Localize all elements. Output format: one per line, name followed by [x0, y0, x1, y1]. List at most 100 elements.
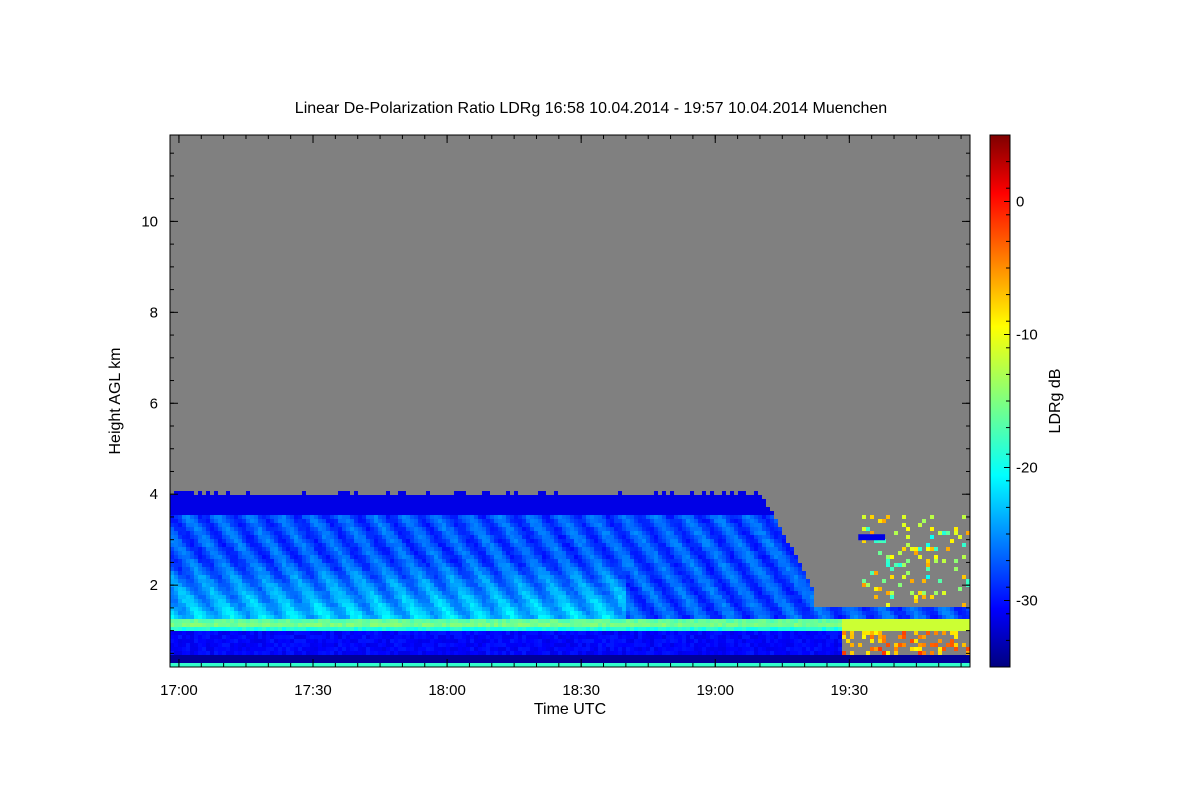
heatmap-cell [514, 507, 518, 511]
heatmap-cell [502, 523, 506, 527]
heatmap-cell [314, 515, 318, 519]
heatmap-cell [178, 591, 182, 595]
heatmap-cell [234, 535, 238, 539]
heatmap-cell [446, 619, 450, 623]
heatmap-cell [270, 499, 274, 503]
heatmap-cell [346, 515, 350, 519]
heatmap-cell [410, 659, 414, 663]
heatmap-cell [270, 655, 274, 659]
heatmap-cell [506, 591, 510, 595]
heatmap-cell [310, 603, 314, 607]
heatmap-cell [482, 579, 486, 583]
heatmap-cell [614, 547, 618, 551]
heatmap-cell [578, 579, 582, 583]
heatmap-cell [274, 663, 278, 667]
heatmap-cell [546, 615, 550, 619]
heatmap-cell [194, 507, 198, 511]
heatmap-cell [442, 511, 446, 515]
heatmap-cell [622, 563, 626, 567]
heatmap-cell [250, 563, 254, 567]
heatmap-cell [194, 567, 198, 571]
heatmap-cell [546, 495, 550, 499]
heatmap-cell [558, 595, 562, 599]
heatmap-cell [454, 599, 458, 603]
heatmap-cell [238, 627, 242, 631]
heatmap-cell [314, 583, 318, 587]
heatmap-cell [422, 523, 426, 527]
heatmap-cell [550, 659, 554, 663]
heatmap-cell [478, 599, 482, 603]
heatmap-cell [382, 539, 386, 543]
heatmap-cell [522, 623, 526, 627]
heatmap-cell [606, 563, 610, 567]
heatmap-cell [366, 635, 370, 639]
heatmap-cell [314, 571, 318, 575]
heatmap-cell [614, 535, 618, 539]
heatmap-cell [218, 511, 222, 515]
heatmap-cell [202, 527, 206, 531]
heatmap-cell [478, 575, 482, 579]
heatmap-cell [330, 571, 334, 575]
heatmap-cell [374, 511, 378, 515]
heatmap-cell [170, 547, 174, 551]
heatmap-cell [546, 599, 550, 603]
heatmap-cell [454, 635, 458, 639]
heatmap-cell [490, 535, 494, 539]
heatmap-cell [614, 571, 618, 575]
heatmap-cell [486, 523, 490, 527]
heatmap-cell [538, 547, 542, 551]
heatmap-cell [318, 635, 322, 639]
heatmap-cell [170, 623, 174, 627]
heatmap-cell [186, 611, 190, 615]
heatmap-cell [238, 547, 242, 551]
heatmap-cell [486, 647, 490, 651]
heatmap-cell [546, 531, 550, 535]
heatmap-cell [310, 571, 314, 575]
heatmap-cell [246, 607, 250, 611]
heatmap-cell [494, 595, 498, 599]
heatmap-cell [206, 663, 210, 667]
heatmap-cell [342, 507, 346, 511]
heatmap-cell [342, 539, 346, 543]
heatmap-cell [530, 579, 534, 583]
heatmap-cell [622, 627, 626, 631]
heatmap-cell [466, 591, 470, 595]
heatmap-cell [606, 543, 610, 547]
heatmap-cell [358, 523, 362, 527]
heatmap-cell [186, 575, 190, 579]
heatmap-cell [278, 655, 282, 659]
heatmap-cell [338, 539, 342, 543]
heatmap-cell [174, 543, 178, 547]
heatmap-cell [202, 623, 206, 627]
heatmap-cell [510, 511, 514, 515]
heatmap-cell [414, 607, 418, 611]
heatmap-cell [542, 511, 546, 515]
heatmap-cell [454, 519, 458, 523]
heatmap-cell [278, 635, 282, 639]
heatmap-cell [262, 599, 266, 603]
heatmap-cell [366, 655, 370, 659]
heatmap-cell [314, 595, 318, 599]
heatmap-cell [338, 623, 342, 627]
heatmap-cell [514, 635, 518, 639]
heatmap-cell [618, 555, 622, 559]
heatmap-cell [270, 603, 274, 607]
heatmap-cell [286, 571, 290, 575]
heatmap-cell [222, 659, 226, 663]
heatmap-cell [494, 659, 498, 663]
heatmap-cell [278, 523, 282, 527]
heatmap-cell [578, 555, 582, 559]
heatmap-cell [462, 523, 466, 527]
heatmap-cell [266, 655, 270, 659]
heatmap-cell [526, 527, 530, 531]
heatmap-cell [358, 651, 362, 655]
heatmap-cell [246, 651, 250, 655]
heatmap-cell [202, 503, 206, 507]
heatmap-cell [322, 535, 326, 539]
heatmap-cell [570, 663, 574, 667]
heatmap-cell [210, 579, 214, 583]
heatmap-cell [246, 583, 250, 587]
heatmap-cell [450, 519, 454, 523]
heatmap-cell [582, 607, 586, 611]
heatmap-cell [222, 575, 226, 579]
